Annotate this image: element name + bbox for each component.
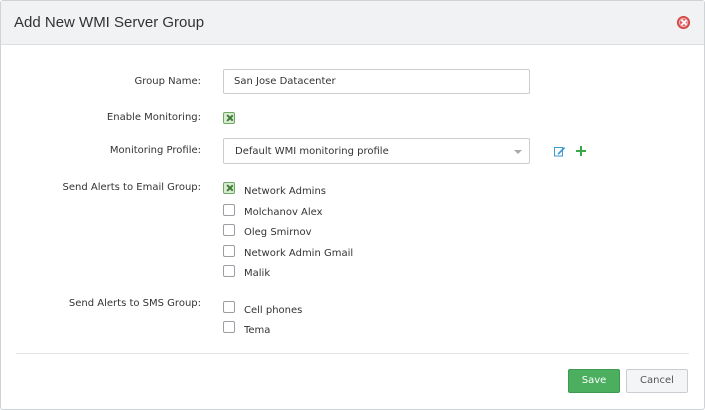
sms-group-checkbox-tema[interactable] [223, 321, 235, 333]
email-group-label-network-admin-gmail: Network Admin Gmail [244, 248, 354, 259]
enable-monitoring-checkbox[interactable] [223, 112, 235, 124]
close-icon[interactable] [677, 16, 690, 29]
email-group-checkbox-molchanov-alex[interactable] [223, 204, 235, 216]
email-group-label-network-admins: Network Admins [244, 186, 327, 197]
email-group-checkbox-oleg-smirnov[interactable] [223, 224, 235, 236]
sms-group-label-tema: Tema [244, 325, 271, 336]
email-group-checkbox-network-admins[interactable] [223, 182, 235, 194]
monitoring-profile-value: Default WMI monitoring profile [235, 146, 389, 157]
monitoring-profile-label: Monitoring Profile: [109, 145, 201, 156]
edit-icon[interactable] [554, 146, 566, 157]
plus-icon[interactable] [576, 146, 586, 156]
dialog: Add New WMI Server Group Group Name: Ena… [0, 0, 705, 410]
dialog-header: Add New WMI Server Group [1, 1, 704, 45]
email-group-label: Send Alerts to Email Group: [62, 182, 201, 193]
email-group-label-malik: Malik [244, 268, 271, 279]
dialog-title: Add New WMI Server Group [14, 14, 205, 31]
group-name-input[interactable] [223, 69, 530, 94]
email-group-checkbox-malik[interactable] [223, 265, 235, 277]
monitoring-profile-select[interactable]: Default WMI monitoring profile [223, 138, 530, 164]
sms-group-label: Send Alerts to SMS Group: [68, 298, 201, 309]
group-name-label: Group Name: [134, 76, 202, 87]
sms-group-checkbox-cell-phones[interactable] [223, 301, 235, 313]
enable-monitoring-label: Enable Monitoring: [106, 112, 201, 123]
sms-group-label-cell-phones: Cell phones [244, 305, 303, 316]
email-group-label-molchanov-alex: Molchanov Alex [244, 207, 323, 218]
footer-divider [16, 353, 689, 354]
chevron-down-icon [514, 150, 522, 154]
email-group-label-oleg-smirnov: Oleg Smirnov [244, 227, 312, 238]
cancel-button[interactable]: Cancel [626, 369, 688, 393]
save-button[interactable]: Save [568, 369, 620, 393]
email-group-checkbox-network-admin-gmail[interactable] [223, 245, 235, 257]
